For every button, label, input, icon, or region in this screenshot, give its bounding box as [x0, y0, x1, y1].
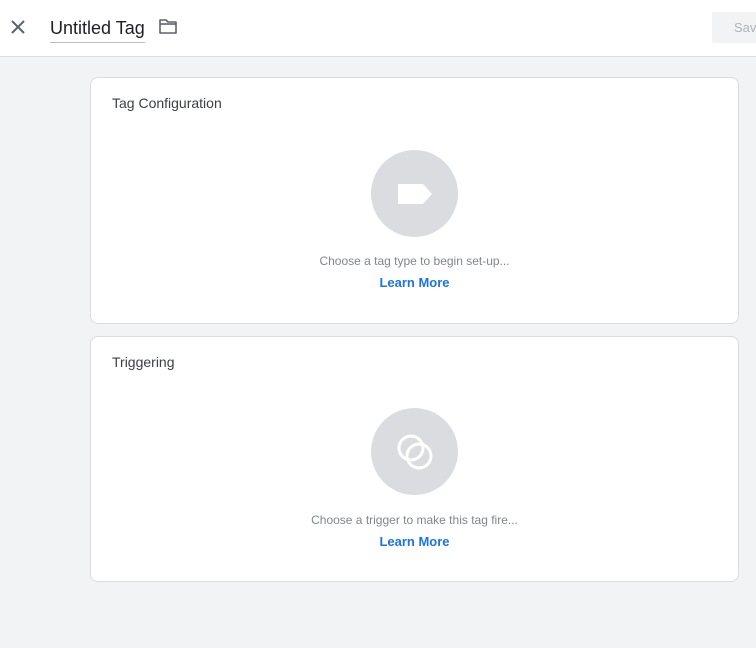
- triggering-card[interactable]: Triggering Choose a trigger to make this…: [90, 336, 739, 582]
- save-button[interactable]: Save: [712, 12, 756, 43]
- choose-tag-type-button[interactable]: [371, 150, 458, 237]
- tag-configuration-card[interactable]: Tag Configuration Choose a tag type to b…: [90, 77, 739, 324]
- folder-button[interactable]: [157, 16, 179, 38]
- editor-header: Untitled Tag Save: [0, 0, 756, 57]
- triggering-learn-more-link[interactable]: Learn More: [379, 534, 449, 549]
- folder-icon: [159, 19, 177, 34]
- tag-configuration-learn-more-link[interactable]: Learn More: [379, 275, 449, 290]
- triggering-title: Triggering: [112, 354, 175, 370]
- tag-name-field[interactable]: Untitled Tag: [50, 15, 145, 43]
- close-icon: [11, 20, 25, 34]
- tag-icon: [397, 183, 432, 204]
- tag-configuration-title: Tag Configuration: [112, 95, 222, 111]
- choose-trigger-button[interactable]: [371, 408, 458, 495]
- tag-type-prompt: Choose a tag type to begin set-up...: [319, 254, 510, 268]
- close-button[interactable]: [6, 15, 30, 39]
- trigger-icon: [397, 434, 432, 469]
- trigger-prompt: Choose a trigger to make this tag fire..…: [311, 513, 518, 527]
